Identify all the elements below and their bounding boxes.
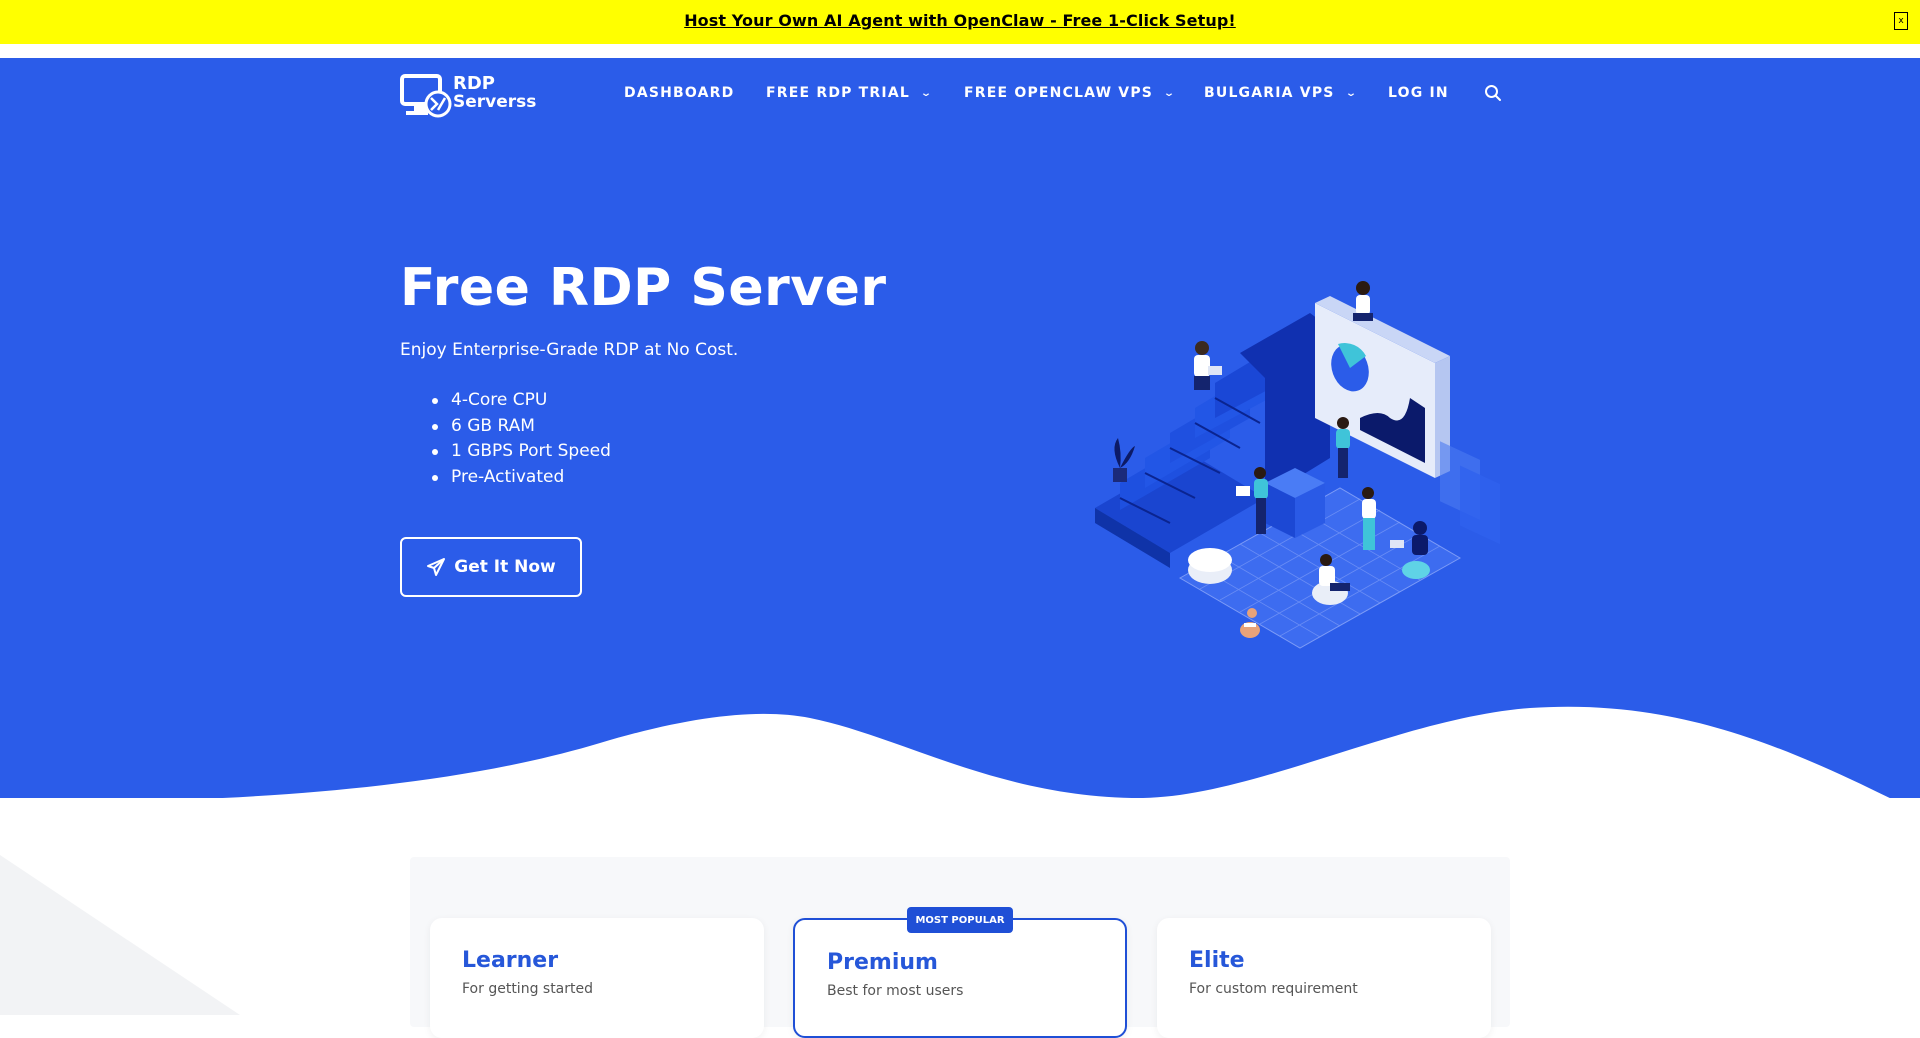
announcement-bar: Host Your Own AI Agent with OpenClaw - F… [0, 0, 1920, 44]
announcement-link[interactable]: Host Your Own AI Agent with OpenClaw - F… [0, 11, 1920, 30]
plan-name: Premium [827, 950, 938, 975]
plan-description: For getting started [462, 981, 594, 997]
plan-description: Best for most users [827, 983, 964, 999]
plan-card-premium[interactable]: Premium Best for most users [793, 918, 1127, 1038]
hero-section: RDP Serverss DASHBOARD FREE RDP TRIAL ⌄ F… [0, 58, 1920, 798]
background-decoration [0, 855, 240, 1015]
plan-card-learner[interactable]: Learner For getting started [430, 918, 764, 1038]
hero-wave-divider [0, 706, 1920, 798]
most-popular-badge: MOST POPULAR [907, 907, 1013, 933]
close-icon[interactable]: x [1894, 12, 1908, 30]
plan-description: For custom requirement [1189, 981, 1358, 997]
plan-card-elite[interactable]: Elite For custom requirement [1157, 918, 1491, 1038]
plan-name: Elite [1189, 948, 1245, 973]
plan-name: Learner [462, 948, 559, 973]
